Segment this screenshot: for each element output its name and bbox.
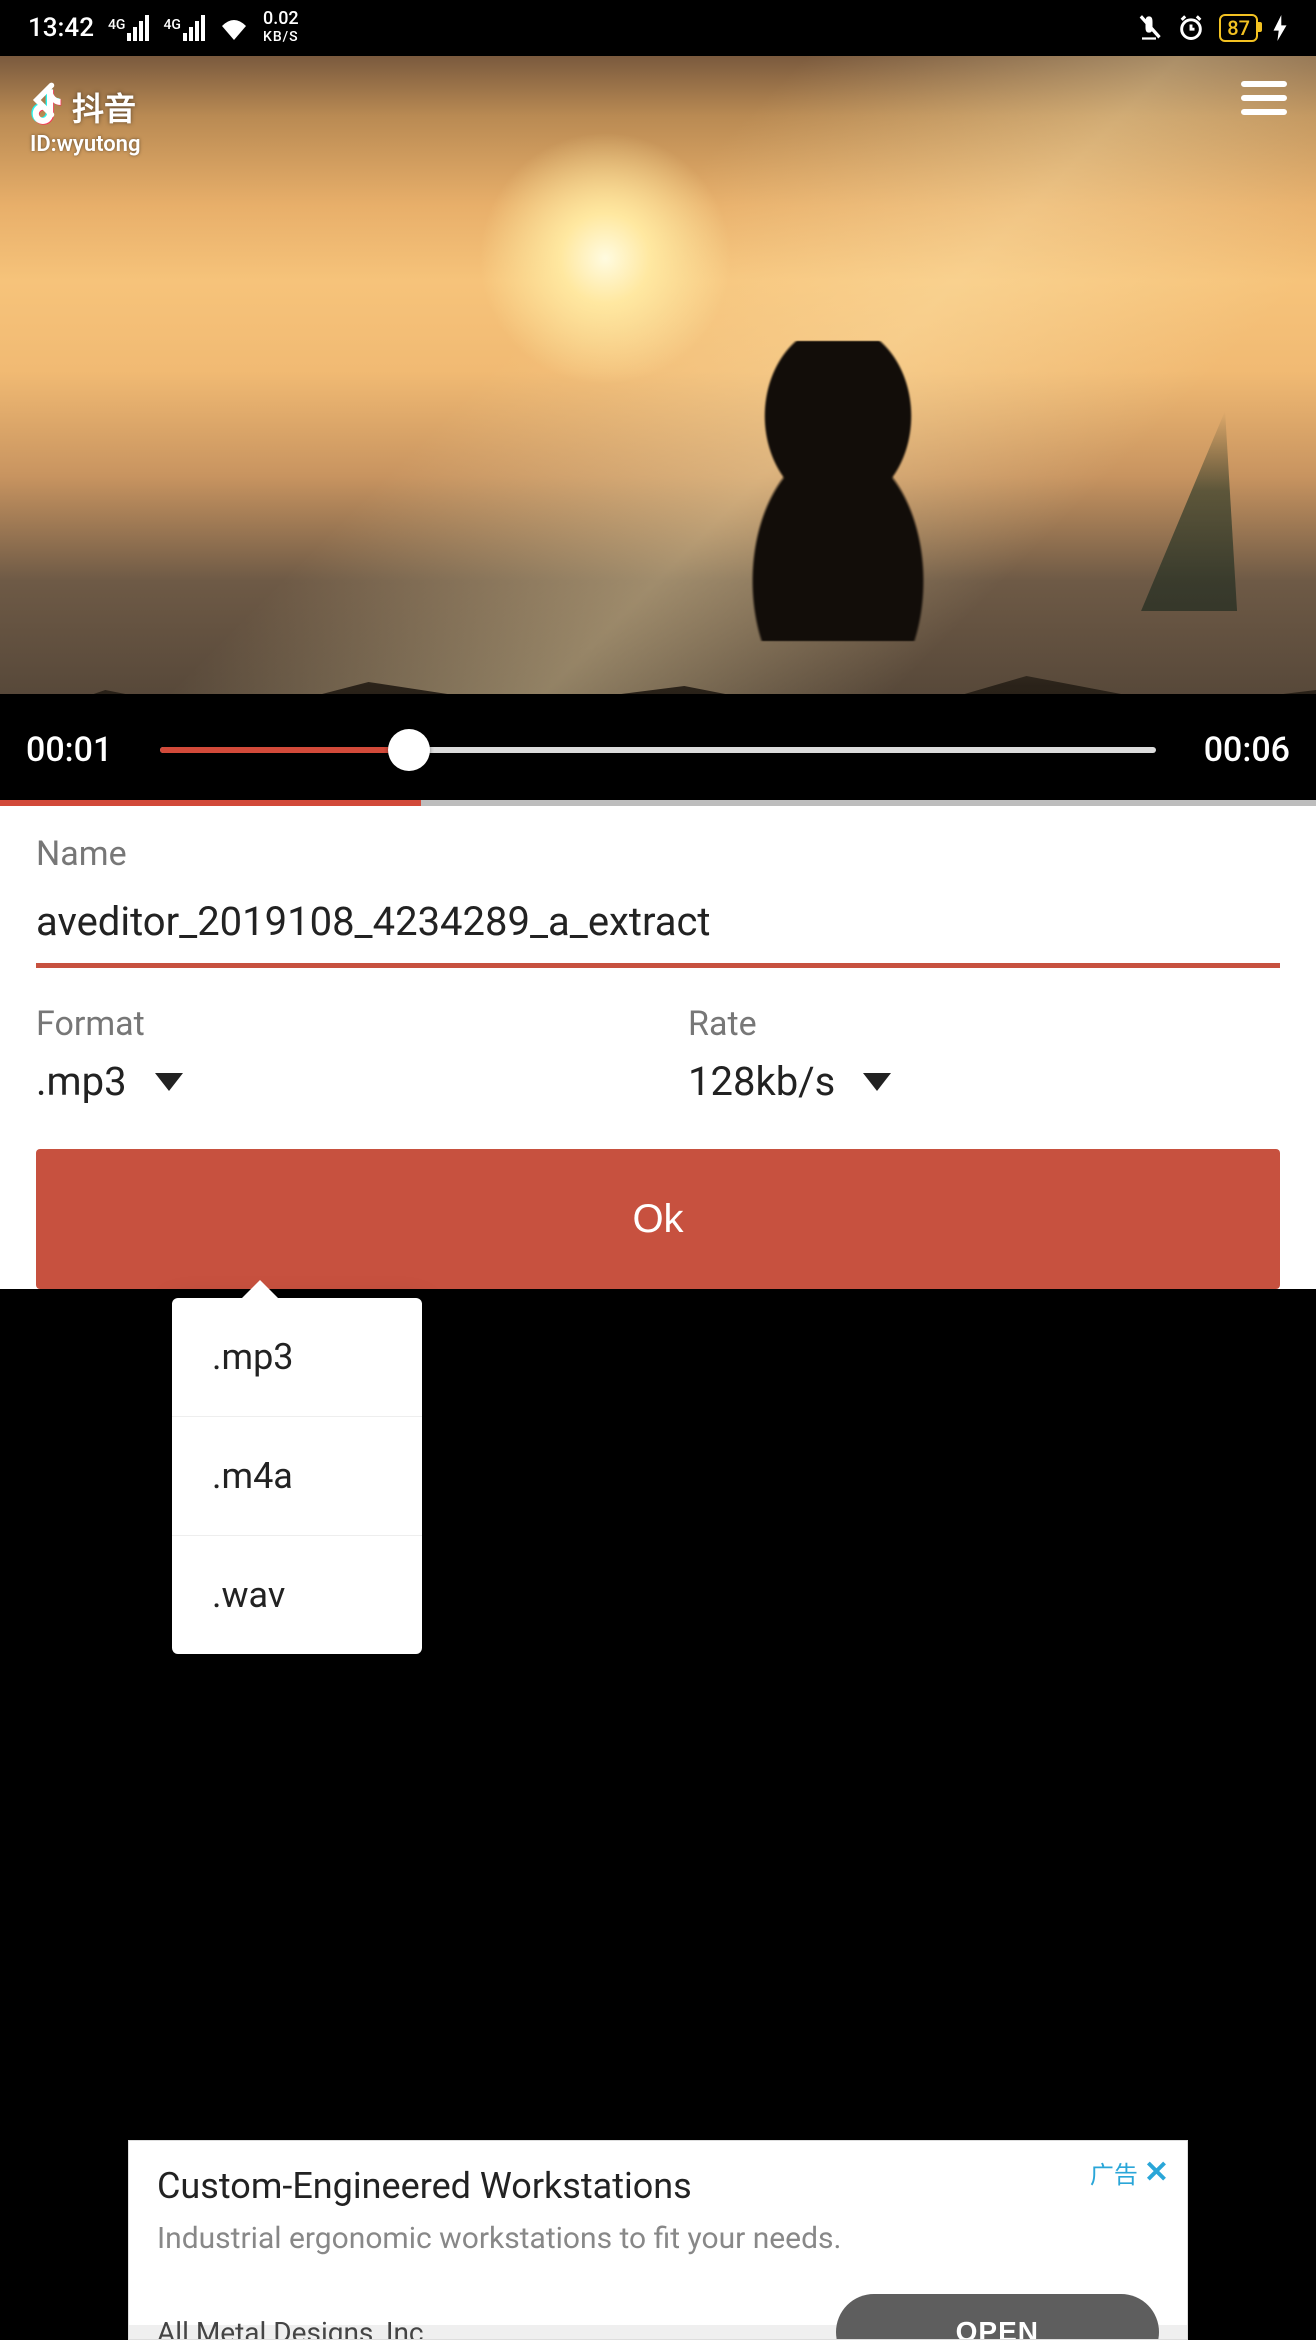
seek-thumb[interactable]: [388, 729, 430, 771]
wifi-icon: [219, 16, 249, 40]
format-option-wav[interactable]: .wav: [172, 1536, 422, 1654]
network-speed: 0.02 KB/S: [263, 10, 299, 46]
ad-banner[interactable]: 广告 ✕ Custom-Engineered Workstations Indu…: [128, 2140, 1188, 2340]
format-value: .mp3: [36, 1058, 127, 1105]
signal-icon-1: 4G: [108, 15, 150, 41]
seek-bar[interactable]: [160, 747, 1156, 753]
format-dropdown[interactable]: .mp3: [36, 1058, 628, 1105]
chevron-down-icon: [155, 1073, 183, 1091]
rate-label: Rate: [688, 1004, 1280, 1044]
ad-subtitle: Industrial ergonomic workstations to fit…: [157, 2221, 1159, 2256]
ok-button[interactable]: Ok: [36, 1149, 1280, 1289]
battery-icon: 87: [1219, 14, 1258, 42]
charging-icon: [1272, 15, 1288, 41]
rate-dropdown[interactable]: 128kb/s: [688, 1058, 1280, 1105]
ad-company: All Metal Designs, Inc.: [157, 2316, 431, 2340]
format-option-mp3[interactable]: .mp3: [172, 1298, 422, 1417]
format-label: Format: [36, 1004, 628, 1044]
status-bar: 13:42 4G 4G 0.02 KB/S: [0, 0, 1316, 56]
signal-icon-2: 4G: [163, 15, 205, 41]
alarm-icon: [1177, 14, 1205, 42]
current-time: 00:01: [26, 730, 136, 770]
extract-form: Name Format .mp3 Rate 128kb/s Ok: [0, 806, 1316, 1289]
player-controls: 00:01 00:06: [0, 694, 1316, 806]
format-option-m4a[interactable]: .m4a: [172, 1417, 422, 1536]
source-user-id: ID:wyutong: [30, 132, 140, 157]
ad-tag: 广告: [1090, 2155, 1138, 2190]
progress-line: [0, 800, 421, 806]
ad-title: Custom-Engineered Workstations: [157, 2165, 1159, 2207]
rate-value: 128kb/s: [688, 1058, 835, 1105]
duration: 00:06: [1180, 730, 1290, 770]
video-preview: 抖音 ID:wyutong 00:01 00:06: [0, 56, 1316, 806]
name-label: Name: [36, 834, 1280, 874]
chevron-down-icon: [863, 1073, 891, 1091]
format-options-popup: .mp3 .m4a .wav: [172, 1298, 422, 1654]
name-input[interactable]: [36, 888, 1280, 968]
ad-open-button[interactable]: OPEN: [836, 2294, 1159, 2340]
ad-close-icon[interactable]: ✕: [1144, 2155, 1169, 2190]
menu-button[interactable]: [1240, 78, 1288, 118]
mute-icon: [1135, 14, 1163, 42]
back-button[interactable]: [24, 78, 68, 122]
source-app-name: 抖音: [72, 84, 136, 130]
clock: 13:42: [28, 13, 94, 43]
